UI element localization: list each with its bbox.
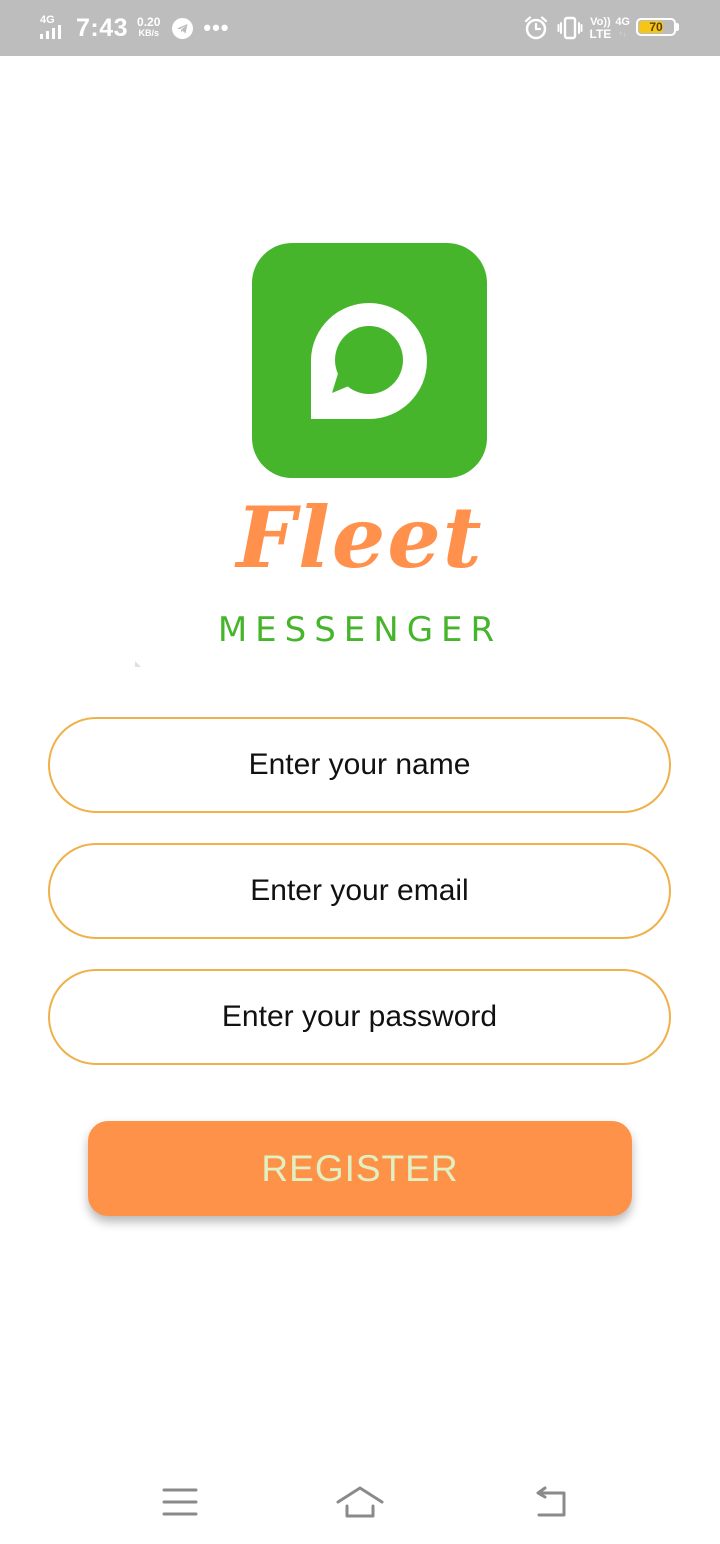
name-input[interactable]: [48, 717, 671, 813]
battery-level: 70: [649, 20, 663, 34]
telegram-icon: [172, 17, 194, 39]
decorative-speck: [135, 661, 141, 667]
status-bar-left: 4G 7:43 0.20 KB/s •••: [38, 10, 230, 46]
navigation-bar: [0, 1460, 720, 1544]
menu-icon[interactable]: [150, 1480, 210, 1524]
register-button[interactable]: REGISTER: [88, 1121, 632, 1216]
status-bar: 4G 7:43 0.20 KB/s ••• Vo)) LTE 4G ↑↓ 70: [0, 0, 720, 56]
battery-icon: 70: [636, 18, 680, 38]
more-notifications-icon: •••: [203, 15, 230, 40]
alarm-icon: [523, 15, 549, 41]
network-type-2-label: 4G: [615, 16, 630, 28]
data-speed-value: 0.20: [137, 15, 161, 29]
app-tagline: MESSENGER: [217, 610, 503, 650]
status-bar-right: Vo)) LTE 4G ↑↓ 70: [523, 12, 680, 44]
network-indicator-2: 4G ↑↓: [615, 16, 630, 40]
password-input[interactable]: [48, 969, 671, 1065]
app-logo: [252, 243, 487, 478]
vibrate-icon: [557, 15, 583, 41]
clock: 7:43: [76, 13, 129, 42]
signal-indicator: 4G: [38, 13, 72, 43]
lte-label: LTE: [589, 27, 612, 41]
data-activity-arrows: ↑↓: [618, 29, 627, 38]
home-icon[interactable]: [330, 1480, 390, 1524]
data-speed-unit: KB/s: [138, 28, 159, 38]
signal-icon: [40, 25, 61, 39]
back-icon[interactable]: [520, 1480, 580, 1524]
data-speed: 0.20 KB/s: [137, 15, 161, 39]
chat-bubble-icon: [311, 303, 427, 419]
email-input[interactable]: [48, 843, 671, 939]
app-name: Fleet: [236, 488, 484, 587]
volte-indicator: Vo)) LTE: [590, 16, 612, 40]
